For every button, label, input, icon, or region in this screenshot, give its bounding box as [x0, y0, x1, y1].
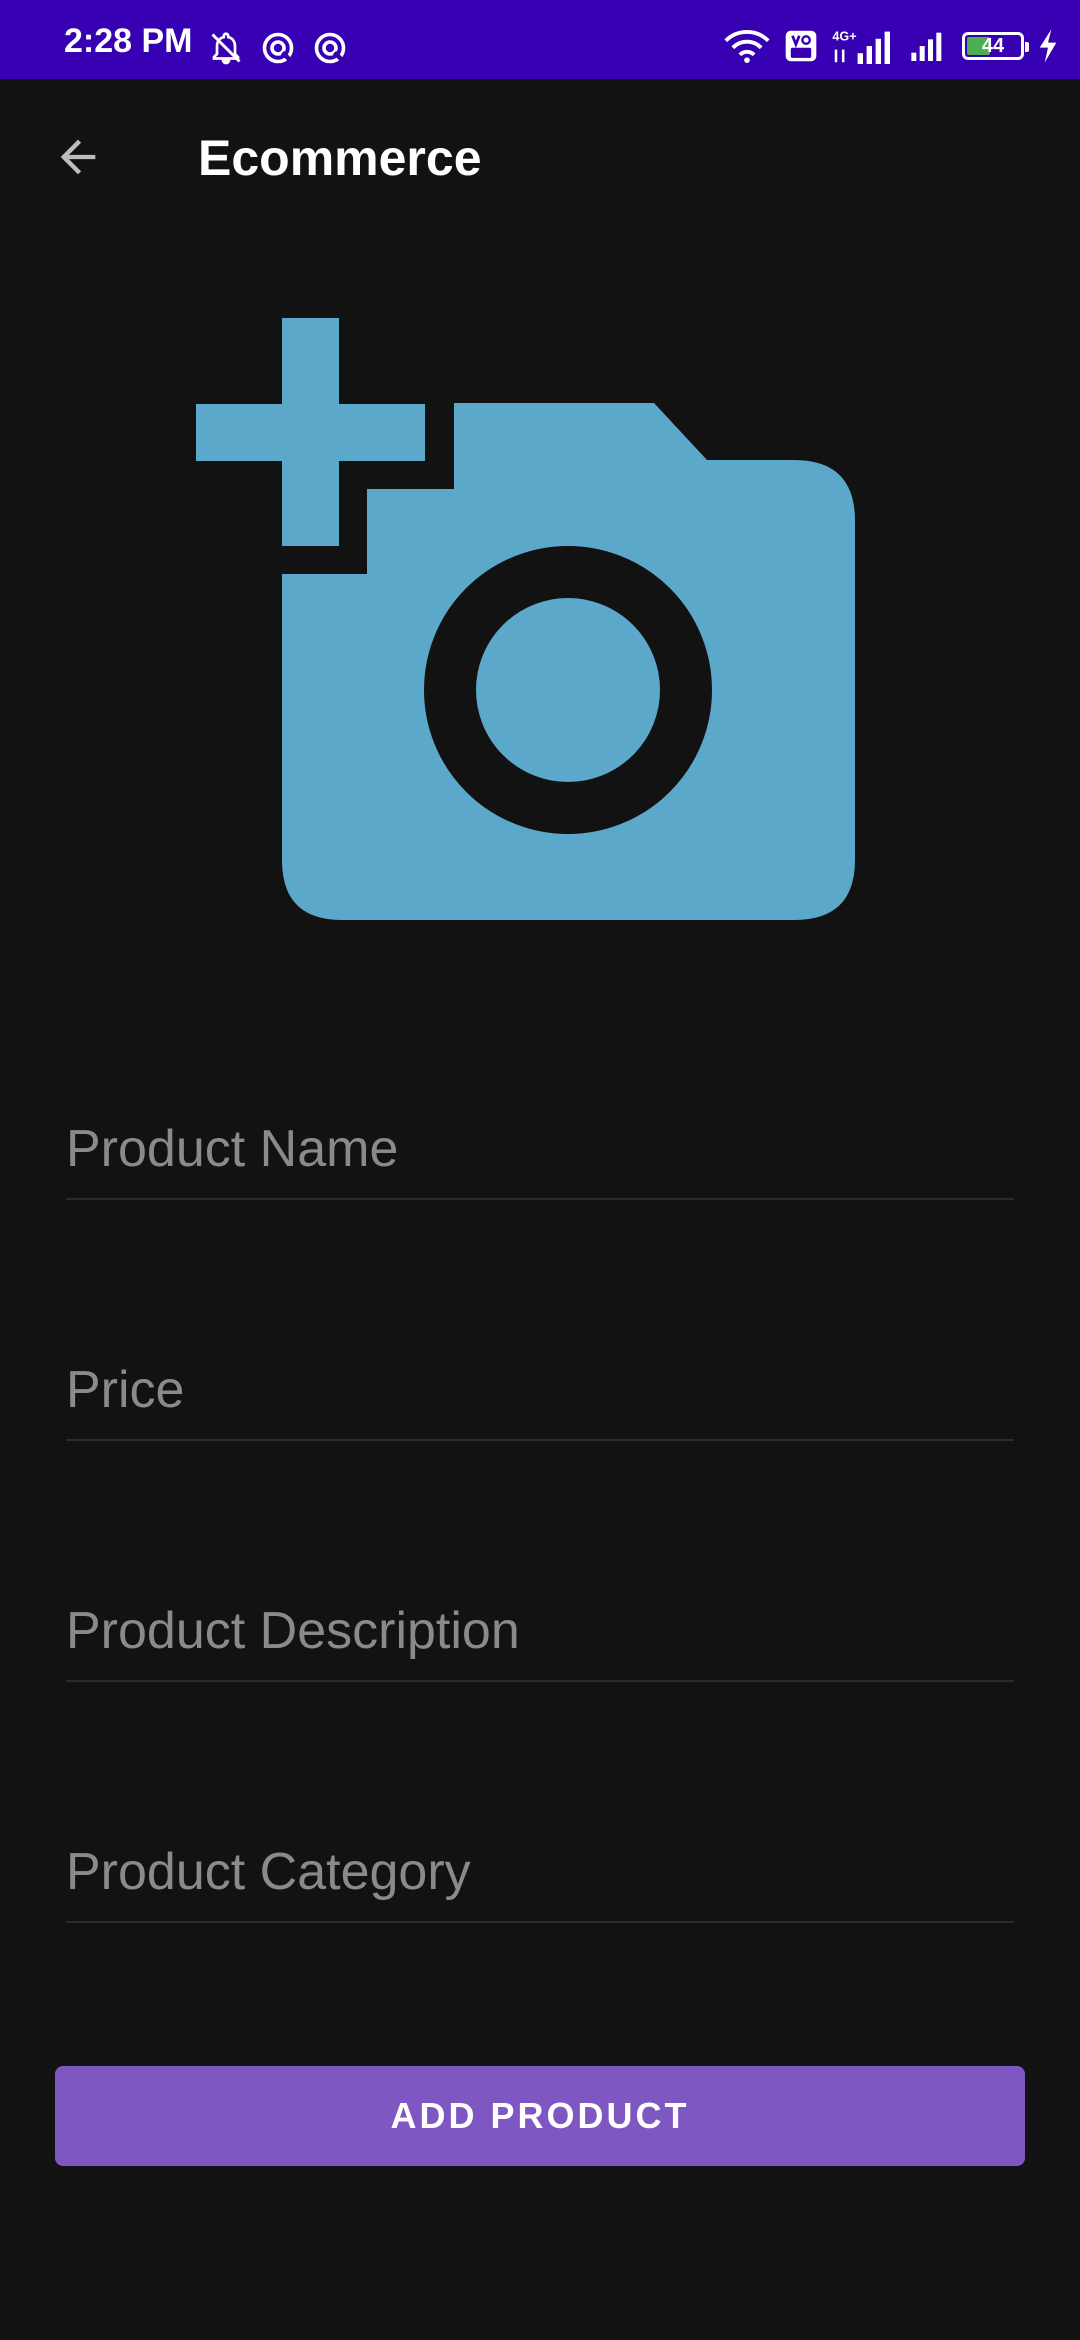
product-category-field — [66, 1803, 1014, 1923]
price-input[interactable] — [66, 1351, 1014, 1441]
battery-level: 44 — [981, 34, 1005, 57]
data-saver-icon — [260, 30, 296, 66]
battery-icon: 44 — [962, 32, 1029, 60]
svg-text:4G+: 4G+ — [832, 30, 856, 44]
status-time: 2:28 PM — [64, 22, 193, 60]
back-button[interactable] — [38, 119, 118, 199]
product-category-input[interactable] — [66, 1833, 1014, 1923]
price-field — [66, 1321, 1014, 1441]
product-name-input[interactable] — [66, 1110, 1014, 1200]
app-bar: Ecommerce — [0, 79, 1080, 239]
status-left-icons — [208, 30, 348, 66]
battery-cap — [1025, 42, 1029, 52]
product-description-input[interactable] — [66, 1592, 1014, 1682]
add-product-button[interactable]: ADD PRODUCT — [55, 2066, 1025, 2166]
page-title: Ecommerce — [198, 130, 482, 186]
volte-icon — [784, 29, 818, 63]
status-bar: 2:28 PM 4G+ 44 — [0, 0, 1080, 79]
product-name-field — [66, 1080, 1014, 1200]
arrow-back-icon — [52, 131, 104, 188]
charging-icon — [1038, 29, 1058, 63]
signal-icon: 4G+ — [832, 28, 894, 64]
signal-icon — [908, 31, 948, 61]
mute-icon — [208, 30, 244, 66]
status-right-icons: 4G+ 44 — [724, 26, 1058, 66]
product-description-field — [66, 1562, 1014, 1682]
wifi-icon — [724, 28, 770, 64]
add-photo-button[interactable] — [196, 318, 856, 920]
data-saver-icon — [312, 30, 348, 66]
add-a-photo-icon — [196, 318, 855, 920]
